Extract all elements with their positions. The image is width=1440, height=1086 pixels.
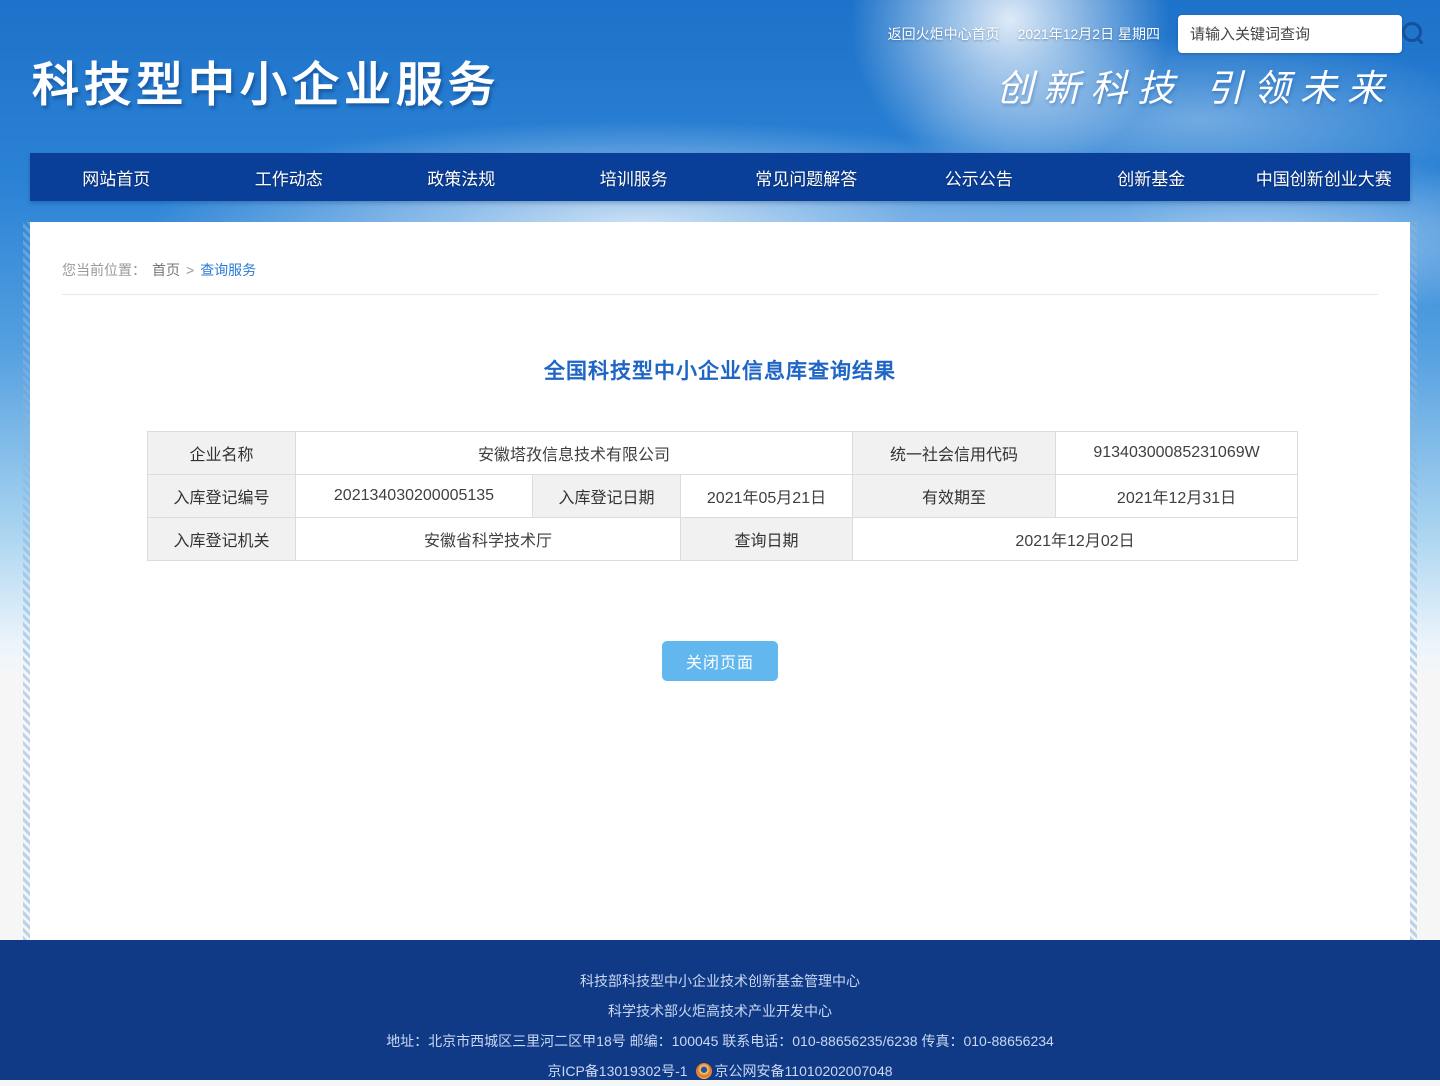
search-input[interactable] <box>1178 26 1395 43</box>
nav-item-faq[interactable]: 常见问题解答 <box>720 153 893 201</box>
query-date-label: 查询日期 <box>681 518 853 561</box>
breadcrumb-current-link[interactable]: 查询服务 <box>200 260 256 280</box>
content-panel: 您当前位置： 首页 > 查询服务 全国科技型中小企业信息库查询结果 企业名称 安… <box>30 222 1410 940</box>
breadcrumb-separator: > <box>186 262 194 278</box>
breadcrumb: 您当前位置： 首页 > 查询服务 <box>30 222 1410 280</box>
breadcrumb-home-link[interactable]: 首页 <box>152 260 180 280</box>
footer-org-line-1: 科技部科技型中小企业技术创新基金管理中心 <box>0 940 1440 996</box>
breadcrumb-divider <box>62 294 1378 295</box>
reg-date-value: 2021年05月21日 <box>681 475 853 518</box>
nav-item-innovation-fund[interactable]: 创新基金 <box>1065 153 1238 201</box>
reg-agency-label: 入库登记机关 <box>148 518 296 561</box>
search-box <box>1178 15 1402 53</box>
footer-record-line: 京ICP备13019302号-1 京公网安备11010202007048 <box>0 1056 1440 1086</box>
footer: 科技部科技型中小企业技术创新基金管理中心 科学技术部火炬高技术产业开发中心 地址… <box>0 940 1440 1080</box>
credit-code-value: 91340300085231069W <box>1056 432 1298 475</box>
back-to-torch-center-link[interactable]: 返回火炬中心首页 <box>888 24 1000 44</box>
header-slogan: 创新科技 引领未来 <box>996 58 1394 112</box>
breadcrumb-prefix: 您当前位置： <box>62 260 146 280</box>
credit-code-label: 统一社会信用代码 <box>853 432 1056 475</box>
query-result-table: 企业名称 安徽塔孜信息技术有限公司 统一社会信用代码 9134030008523… <box>147 431 1298 561</box>
search-icon <box>1402 22 1422 42</box>
search-button[interactable] <box>1395 15 1407 53</box>
icp-record-link[interactable]: 京ICP备13019302号-1 <box>547 1063 687 1079</box>
police-record-link[interactable]: 京公网安备11010202007048 <box>715 1063 893 1079</box>
police-badge-icon <box>696 1063 712 1079</box>
table-row: 入库登记编号 202134030200005135 入库登记日期 2021年05… <box>148 475 1298 518</box>
site-logo: 科技型中小企业服务 <box>32 46 500 115</box>
nav-item-policies[interactable]: 政策法规 <box>375 153 548 201</box>
nav-item-training[interactable]: 培训服务 <box>548 153 721 201</box>
nav-item-work-news[interactable]: 工作动态 <box>203 153 376 201</box>
nav-item-competition[interactable]: 中国创新创业大赛 <box>1238 153 1411 201</box>
footer-org-line-2: 科学技术部火炬高技术产业开发中心 <box>0 996 1440 1026</box>
query-date-value: 2021年12月02日 <box>853 518 1298 561</box>
reg-date-label: 入库登记日期 <box>533 475 681 518</box>
nav-item-announcements[interactable]: 公示公告 <box>893 153 1066 201</box>
table-row: 入库登记机关 安徽省科学技术厅 查询日期 2021年12月02日 <box>148 518 1298 561</box>
company-name-label: 企业名称 <box>148 432 296 475</box>
valid-until-label: 有效期至 <box>853 475 1056 518</box>
footer-address-line: 地址：北京市西城区三里河二区甲18号 邮编：100045 联系电话：010-88… <box>0 1026 1440 1056</box>
table-row: 企业名称 安徽塔孜信息技术有限公司 统一社会信用代码 9134030008523… <box>148 432 1298 475</box>
page-title: 全国科技型中小企业信息库查询结果 <box>30 355 1410 385</box>
current-date: 2021年12月2日 星期四 <box>1018 24 1160 44</box>
reg-number-label: 入库登记编号 <box>148 475 296 518</box>
main-navigation: 网站首页 工作动态 政策法规 培训服务 常见问题解答 公示公告 创新基金 中国创… <box>30 153 1410 201</box>
valid-until-value: 2021年12月31日 <box>1056 475 1298 518</box>
reg-agency-value: 安徽省科学技术厅 <box>296 518 681 561</box>
nav-item-home[interactable]: 网站首页 <box>30 153 203 201</box>
reg-number-value: 202134030200005135 <box>296 475 533 518</box>
header-utility-bar: 返回火炬中心首页 2021年12月2日 星期四 <box>888 14 1402 54</box>
company-name-value: 安徽塔孜信息技术有限公司 <box>296 432 853 475</box>
close-page-button[interactable]: 关闭页面 <box>662 641 778 681</box>
